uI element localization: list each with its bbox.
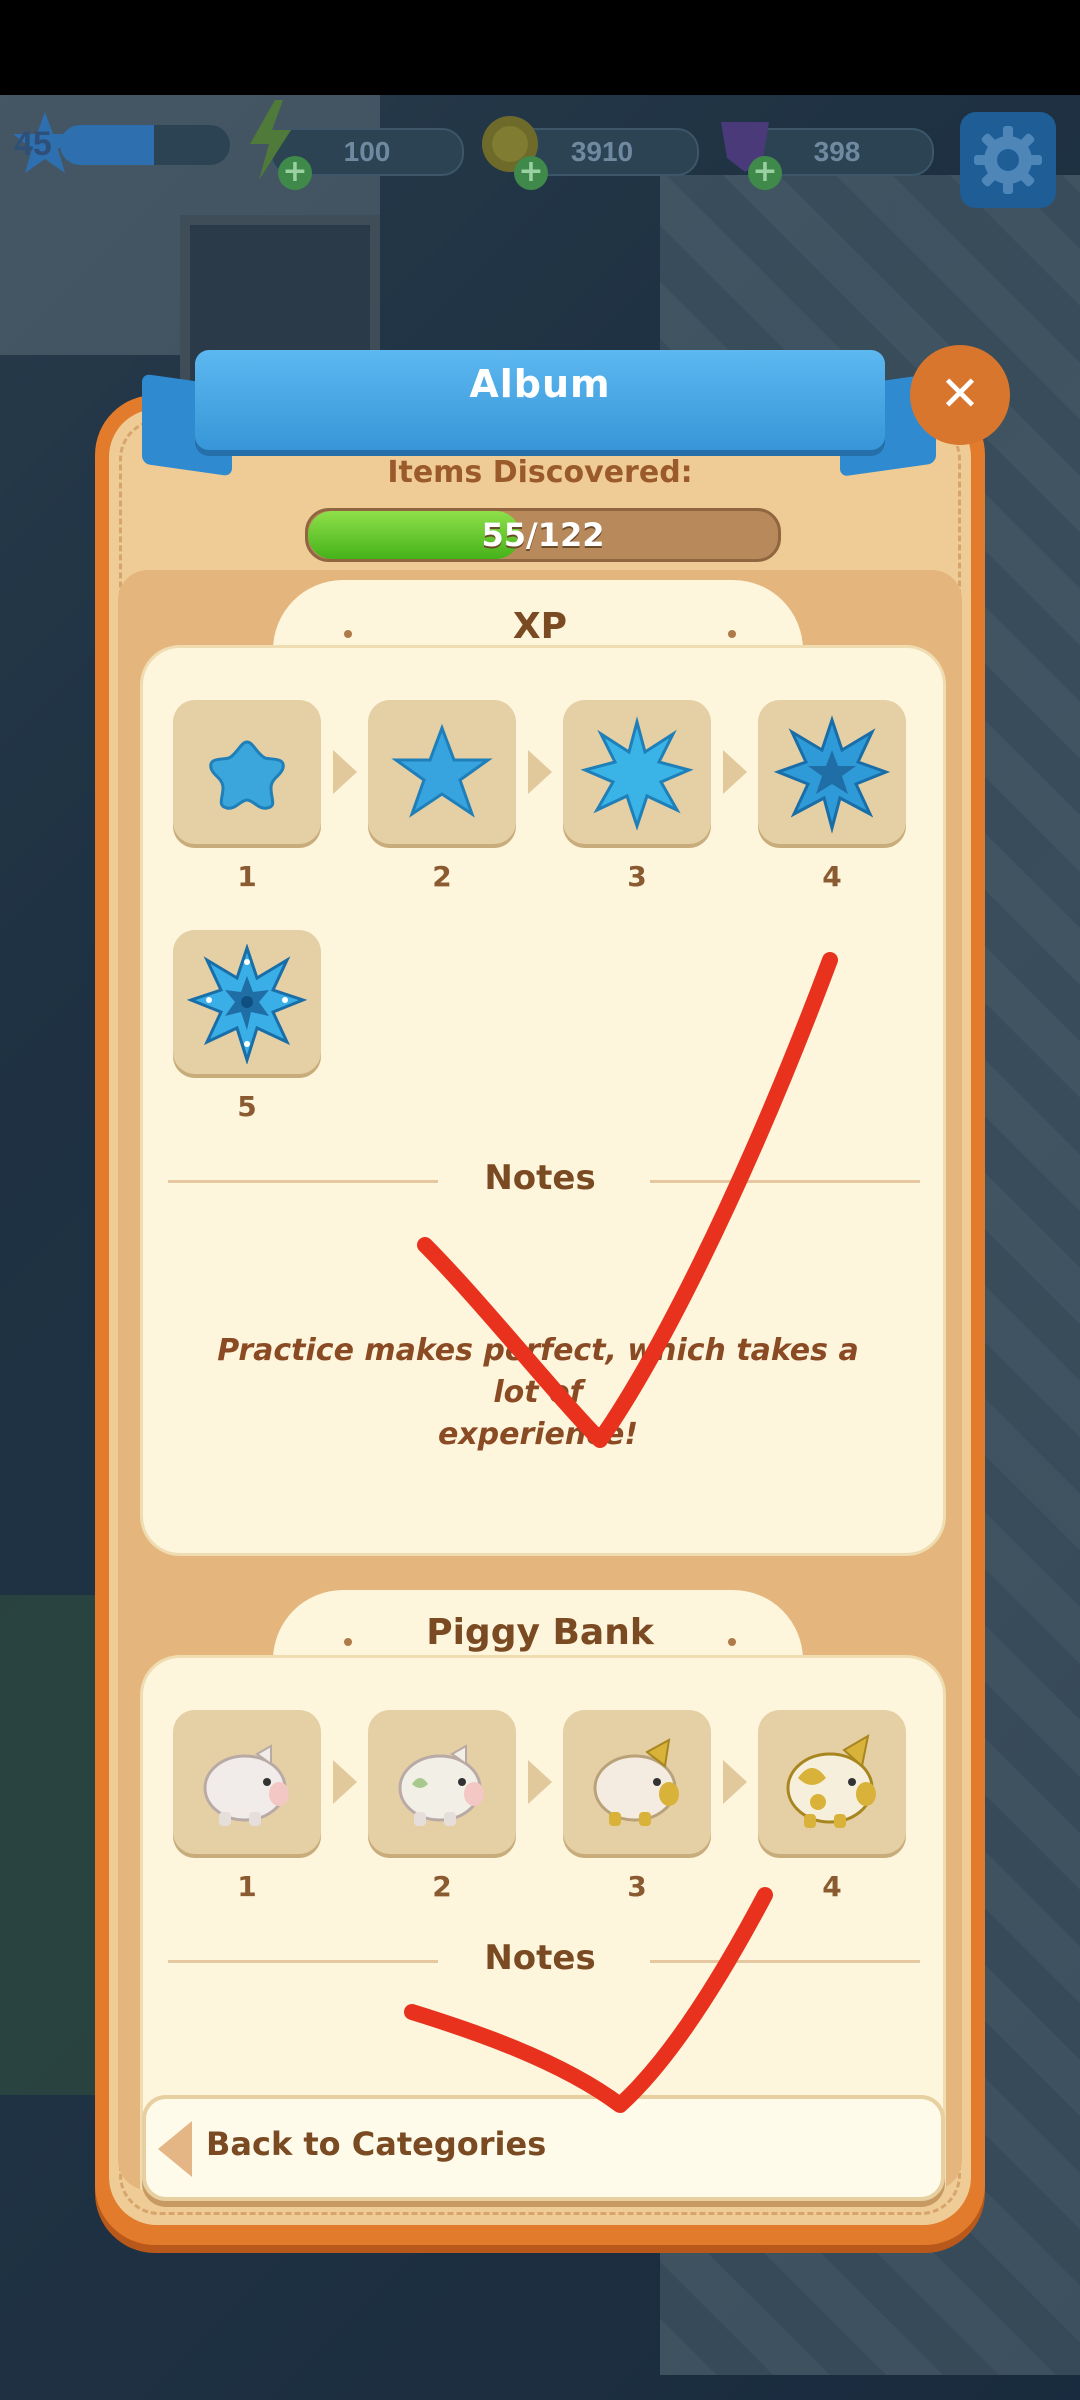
item-number: 4 [822, 860, 842, 893]
item-number: 1 [237, 1870, 257, 1903]
album-item[interactable] [758, 700, 906, 848]
chevron-right-icon [723, 750, 747, 794]
status-bar [0, 0, 1080, 95]
item-number: 2 [432, 1870, 452, 1903]
chevron-right-icon [723, 1760, 747, 1804]
piggy-bank-icon [786, 1734, 876, 1828]
piggy-bank-icon [593, 1738, 679, 1826]
discovery-progress-bar: 55/122 [305, 508, 781, 562]
note-text: Practice makes perfect, which takes a lo… [198, 1330, 878, 1456]
xp-burst-icon [580, 716, 694, 831]
item-number: 3 [627, 1870, 647, 1903]
item-number: 1 [237, 860, 257, 893]
add-energy-button[interactable]: + [278, 156, 312, 190]
chevron-right-icon [528, 750, 552, 794]
xp-star-icon [209, 740, 285, 810]
items-discovered-label: Items Discovered: [387, 455, 693, 490]
category-title: Piggy Bank [426, 1612, 654, 1653]
album-item[interactable] [563, 1710, 711, 1858]
back-to-categories-button[interactable]: Back to Categories [142, 2095, 945, 2201]
discovery-progress-text: 55/122 [481, 516, 605, 554]
back-arrow-icon [158, 2121, 192, 2177]
note-line: Practice makes perfect, which takes a lo… [217, 1333, 859, 1410]
album-item[interactable] [173, 700, 321, 848]
notes-title: Notes [484, 1938, 596, 1978]
add-gems-button[interactable]: + [748, 156, 782, 190]
chevron-right-icon [333, 750, 357, 794]
add-coins-button[interactable]: + [514, 156, 548, 190]
notes-title: Notes [484, 1158, 596, 1198]
notes-header: Notes [140, 1150, 940, 1210]
dialog-title: Album [469, 362, 611, 406]
piggy-bank-icon [203, 1744, 289, 1826]
album-item[interactable] [368, 700, 516, 848]
level-number: 45 [14, 125, 52, 163]
xp-double-star-icon [773, 715, 891, 834]
album-item[interactable] [173, 1710, 321, 1858]
item-number: 4 [822, 1870, 842, 1903]
item-number: 2 [432, 860, 452, 893]
chevron-right-icon [333, 1760, 357, 1804]
category-title: XP [512, 606, 568, 647]
chevron-right-icon [528, 1760, 552, 1804]
notes-header: Notes [140, 1930, 940, 1990]
album-item[interactable] [563, 700, 711, 848]
gear-icon [974, 126, 1042, 194]
album-item[interactable] [758, 1710, 906, 1858]
album-item[interactable] [173, 930, 321, 1078]
xp-medal-icon [187, 944, 307, 1064]
settings-button[interactable] [960, 112, 1056, 208]
note-line: experience! [437, 1417, 639, 1452]
album-item[interactable] [368, 1710, 516, 1858]
close-button[interactable]: ✕ [910, 345, 1010, 445]
item-number: 3 [627, 860, 647, 893]
album-scroll-area[interactable]: XP 1 2 3 4 5 Notes Practice makes perfec… [118, 570, 962, 2190]
back-button-label: Back to Categories [206, 2125, 547, 2163]
level-progress-bar [60, 125, 230, 165]
piggy-bank-icon [398, 1744, 484, 1826]
item-number: 5 [237, 1090, 257, 1123]
xp-star-icon [391, 723, 493, 818]
